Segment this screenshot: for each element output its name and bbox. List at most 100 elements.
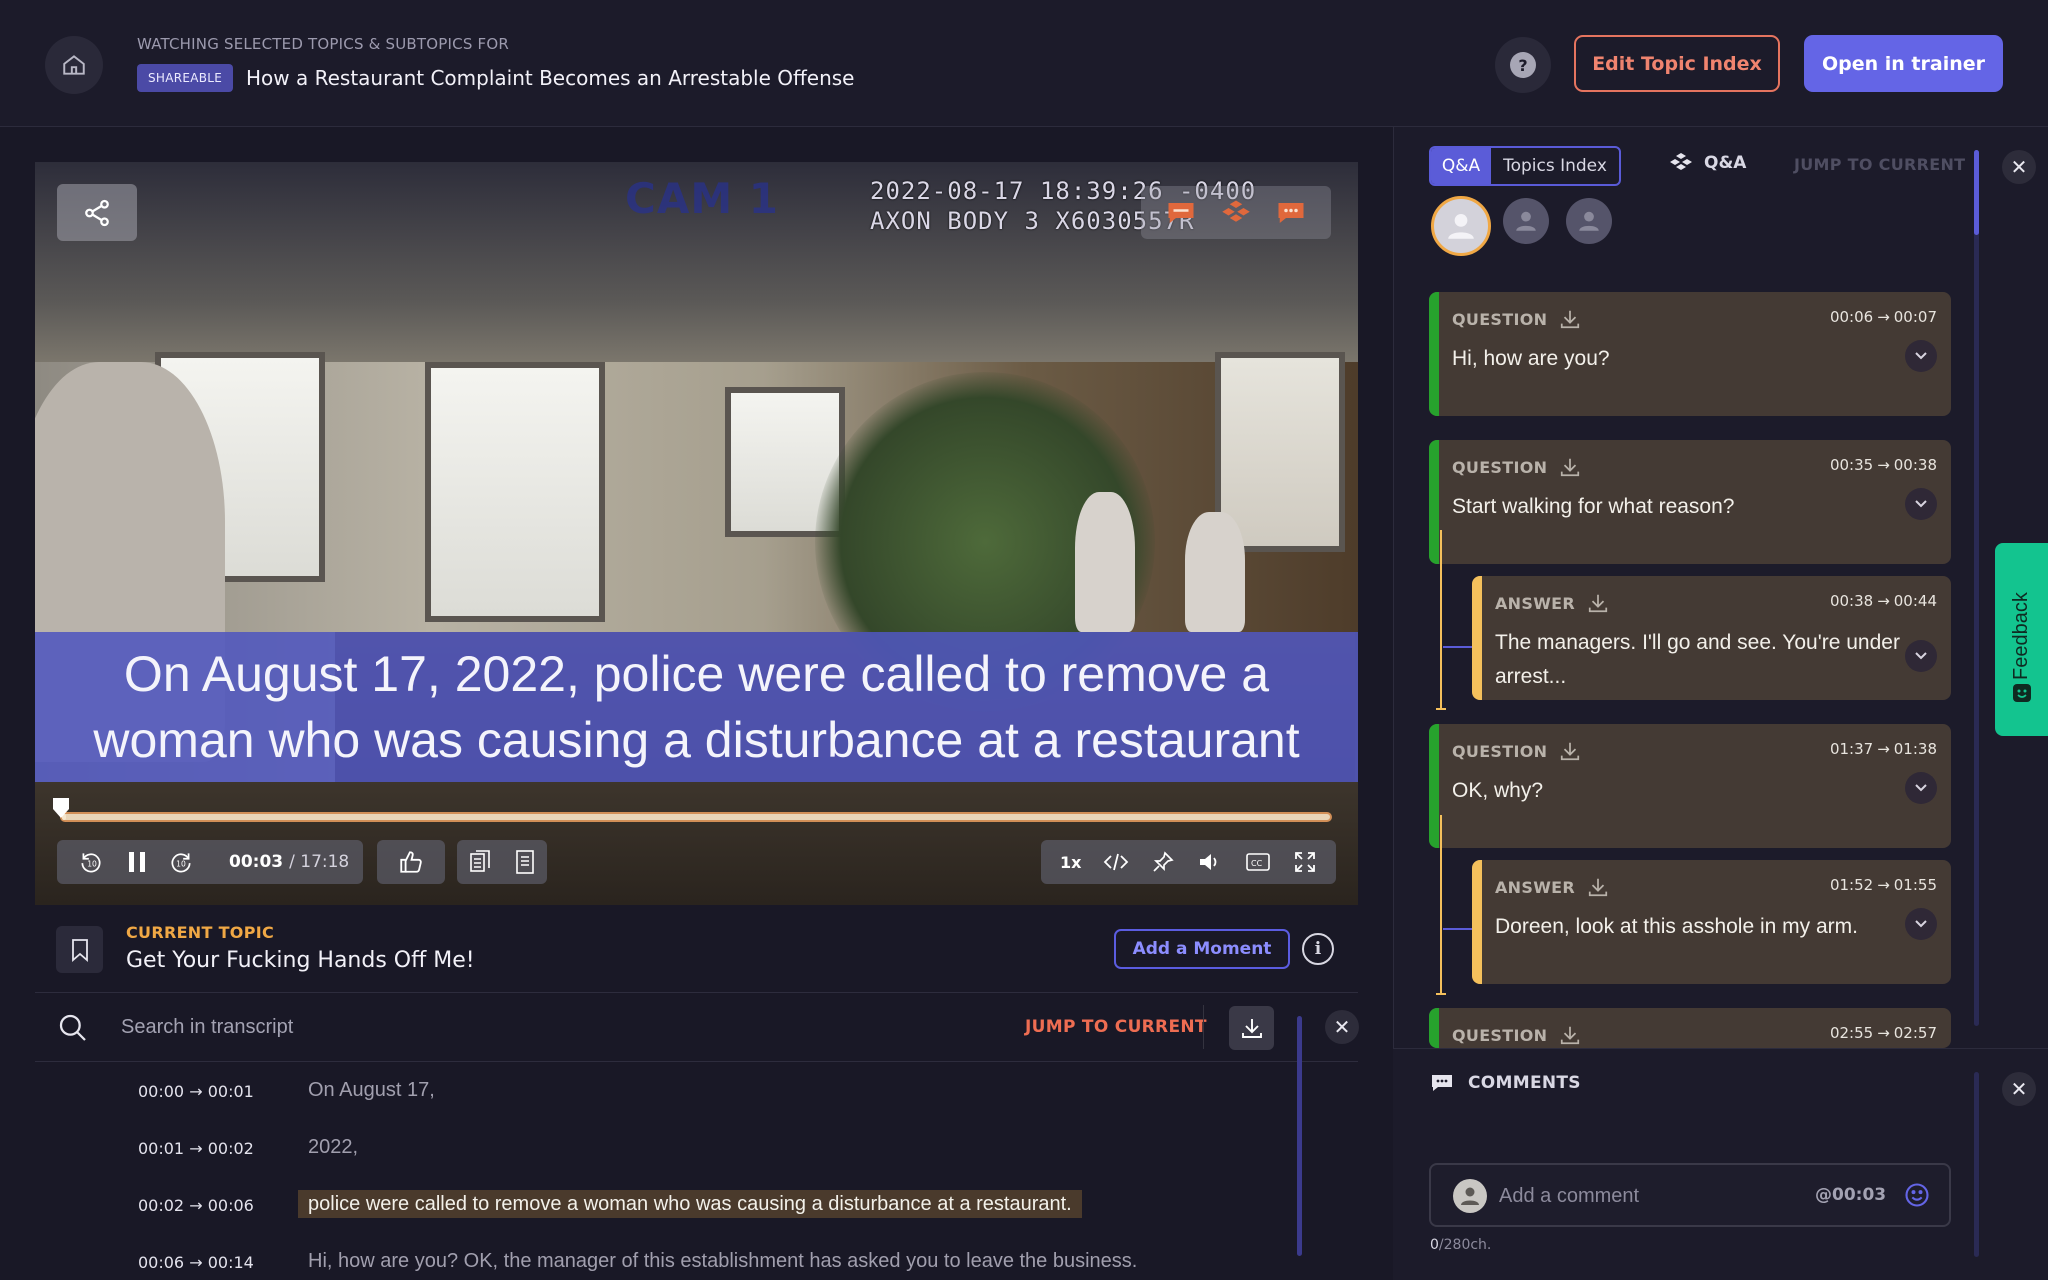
card-time-range[interactable]: 02:55 → 02:57 — [1830, 1024, 1937, 1042]
transcript-timestamp[interactable]: 00:06 → 00:14 — [138, 1253, 254, 1272]
card-kind-label: ANSWER — [1495, 593, 1575, 613]
download-icon[interactable] — [1559, 308, 1581, 330]
transcript-timestamp[interactable]: 00:00 → 00:01 — [138, 1082, 254, 1101]
transcript-row[interactable]: 00:06 → 00:14 Hi, how are you? OK, the ma… — [0, 1243, 1300, 1280]
transcript-row[interactable]: 00:01 → 00:02 2022, — [0, 1129, 1300, 1169]
expand-button[interactable] — [1905, 772, 1937, 804]
card-time-range[interactable]: 00:38 → 00:44 — [1830, 592, 1937, 610]
bookmark-button[interactable] — [56, 926, 103, 973]
expand-button[interactable] — [1905, 340, 1937, 372]
comment-icon — [1432, 1075, 1452, 1091]
forward-10-button[interactable]: 10 — [159, 840, 203, 884]
panel-scrollbar-track[interactable] — [1974, 150, 1979, 1026]
download-icon[interactable] — [1559, 740, 1581, 762]
answer-card[interactable]: ANSWER 01:52 → 01:55 Doreen, look at this as… — [1472, 860, 1951, 984]
download-icon[interactable] — [1559, 456, 1581, 478]
transcript-text[interactable]: 2022, — [308, 1133, 358, 1161]
answer-card[interactable]: ANSWER 00:38 → 00:44 The managers. I'll go a… — [1472, 576, 1951, 700]
card-stripe — [1472, 576, 1482, 700]
card-kind-label: QUESTION — [1452, 1025, 1548, 1045]
info-icon[interactable]: i — [1302, 933, 1334, 965]
panel-tab-toggle: Q&A Topics Index — [1429, 146, 1621, 186]
comments-close-button[interactable]: ✕ — [2002, 1072, 2036, 1106]
pause-button[interactable] — [115, 840, 159, 884]
download-icon[interactable] — [1587, 876, 1609, 898]
question-card[interactable]: QUESTION 02:55 → 02:57 — [1429, 1008, 1951, 1048]
edit-topic-index-button[interactable]: Edit Topic Index — [1574, 35, 1780, 92]
panel-scrollbar-thumb[interactable] — [1974, 150, 1979, 235]
download-icon[interactable] — [1559, 1024, 1581, 1046]
card-start-time: 00:06 — [1829, 308, 1874, 326]
download-icon[interactable] — [1587, 592, 1609, 614]
open-in-trainer-button[interactable]: Open in trainer — [1804, 35, 2003, 92]
emoji-icon[interactable] — [1903, 1181, 1931, 1209]
panel-jump-to-current[interactable]: JUMP TO CURRENT — [1794, 155, 1965, 174]
transcript-timestamp[interactable]: 00:01 → 00:02 — [138, 1139, 254, 1158]
jump-to-current-button[interactable]: JUMP TO CURRENT — [1025, 1017, 1207, 1037]
share-button[interactable] — [57, 184, 137, 241]
speaker-avatar[interactable] — [1566, 198, 1612, 244]
volume-icon[interactable] — [1197, 850, 1223, 874]
card-time-range[interactable]: 01:52 → 01:55 — [1830, 876, 1937, 894]
expand-button[interactable] — [1905, 908, 1937, 940]
playback-speed-button[interactable]: 1x — [1060, 853, 1081, 872]
topic-cubes-icon[interactable] — [1221, 199, 1251, 227]
captions-icon[interactable]: CC — [1245, 851, 1271, 873]
expand-button[interactable] — [1905, 488, 1937, 520]
video-player[interactable]: CAM 1 2022-08-17 18:39:26 -0400 AXON BOD… — [35, 162, 1358, 905]
arrow-right-icon: → — [1877, 1024, 1890, 1042]
comments-scrollbar[interactable] — [1974, 1072, 1979, 1257]
chevron-down-icon — [1915, 784, 1927, 792]
help-button[interactable]: ? — [1495, 37, 1551, 93]
expand-button[interactable] — [1905, 640, 1937, 672]
question-card[interactable]: QUESTION 00:06 → 00:07 Hi, how are you? — [1429, 292, 1951, 416]
card-time-range[interactable]: 00:06 → 00:07 — [1830, 308, 1937, 326]
panel-close-button[interactable]: ✕ — [2002, 150, 2036, 184]
transcript-text[interactable]: Hi, how are you? OK, the manager of this… — [308, 1247, 1137, 1275]
card-time-range[interactable]: 01:37 → 01:38 — [1830, 740, 1937, 758]
arrow-right-icon: → — [189, 1139, 203, 1158]
question-card[interactable]: QUESTION 00:35 → 00:38 Start walking for wha… — [1429, 440, 1951, 564]
card-start-time: 01:37 — [1829, 740, 1874, 758]
add-moment-button[interactable]: Add a Moment — [1114, 929, 1290, 969]
transcript-timestamp[interactable]: 00:02 → 00:06 — [138, 1196, 254, 1215]
video-frame-person — [1075, 492, 1135, 632]
card-end-time: 01:38 — [1893, 740, 1937, 758]
question-card[interactable]: QUESTION 01:37 → 01:38 OK, why? — [1429, 724, 1951, 848]
share-icon — [85, 199, 109, 226]
comment-marker-icon[interactable] — [1166, 200, 1196, 226]
transcript-row[interactable]: 00:00 → 00:01 On August 17, — [0, 1072, 1300, 1112]
transcript-close-button[interactable]: ✕ — [1325, 1010, 1359, 1044]
video-frame-person — [1185, 512, 1245, 632]
pin-icon[interactable] — [1151, 850, 1175, 874]
transcript-search-input[interactable] — [121, 1009, 921, 1045]
home-button[interactable] — [45, 36, 103, 94]
tab-topics-index[interactable]: Topics Index — [1491, 148, 1619, 184]
card-text: Doreen, look at this asshole in my arm. — [1495, 915, 1858, 938]
copy-doc-icon[interactable] — [468, 849, 492, 875]
qa-mode-label[interactable]: Q&A — [1668, 152, 1746, 174]
comment-input[interactable] — [1499, 1179, 1789, 1213]
fullscreen-icon[interactable] — [1293, 850, 1317, 874]
transcript-text[interactable]: On August 17, — [308, 1076, 435, 1104]
current-topic-label: CURRENT TOPIC — [126, 923, 275, 942]
thumbs-up-icon[interactable] — [398, 849, 424, 875]
embed-code-icon[interactable] — [1103, 850, 1129, 874]
tab-qa[interactable]: Q&A — [1431, 148, 1491, 184]
rewind-10-button[interactable]: 10 — [67, 840, 115, 884]
card-kind: QUESTION — [1452, 1024, 1581, 1046]
alert-chat-icon[interactable] — [1276, 200, 1306, 226]
card-kind: QUESTION — [1452, 740, 1581, 762]
card-text: The managers. I'll go and see. You're un… — [1495, 631, 1900, 688]
download-transcript-button[interactable] — [1229, 1006, 1274, 1050]
transcript-text[interactable]: police were called to remove a woman who… — [298, 1190, 1082, 1218]
speaker-avatar[interactable] — [1503, 198, 1549, 244]
progress-bar[interactable] — [60, 812, 1332, 822]
card-stripe — [1429, 724, 1439, 848]
document-icon[interactable] — [514, 849, 536, 875]
speaker-avatar[interactable] — [1431, 196, 1491, 256]
svg-text:10: 10 — [87, 859, 97, 868]
card-time-range[interactable]: 00:35 → 00:38 — [1830, 456, 1937, 474]
transcript-row[interactable]: 00:02 → 00:06 police were called to remov… — [0, 1186, 1300, 1226]
current-time: 00:03 — [229, 852, 284, 872]
